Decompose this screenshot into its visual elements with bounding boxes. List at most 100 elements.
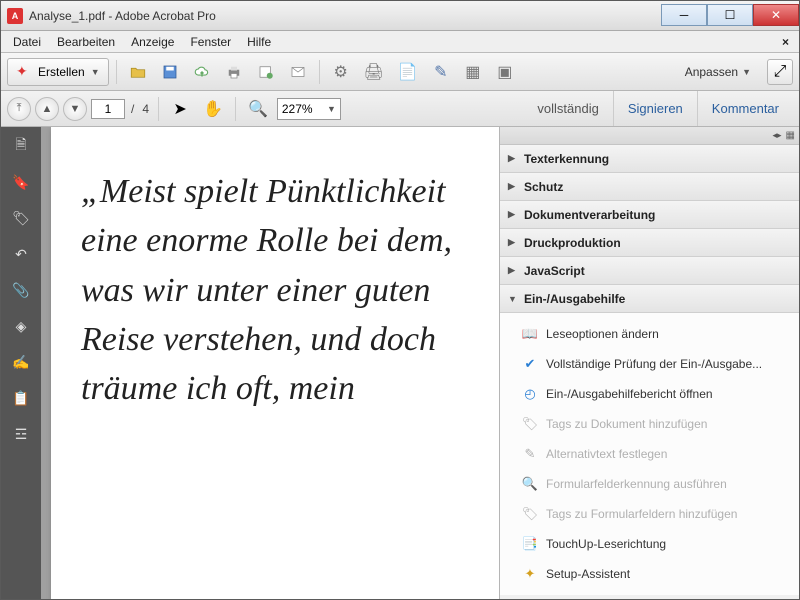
content-panel-button[interactable]: ☲ (10, 423, 32, 445)
titlebar: A Analyse_1.pdf - Adobe Acrobat Pro ─ ☐ … (1, 1, 799, 31)
create-icon (16, 64, 32, 80)
action-tags-dokument[interactable]: 🏷Tags zu Dokument hinzufügen (500, 409, 799, 439)
action-vollstaendige-pruefung[interactable]: ✔Vollständige Prüfung der Ein-/Ausgabe..… (500, 349, 799, 379)
tags-panel-button[interactable]: 🏷 (10, 207, 32, 229)
nav-toolbar: ⤒ ▲ ▼ / 4 ➤ ✋ 🔍 227% ▼ vollständig Signi… (1, 91, 799, 127)
page-total: 4 (140, 102, 151, 116)
menubar: Datei Bearbeiten Anzeige Fenster Hilfe × (1, 31, 799, 53)
next-page-button[interactable]: ▼ (63, 97, 87, 121)
document-text: „Meist spielt Pünktlichkeit eine enorme … (81, 167, 497, 413)
hand-tool-button[interactable]: ✋ (198, 96, 228, 122)
section-javascript[interactable]: ▶JavaScript (500, 257, 799, 285)
chevron-down-icon: ▼ (91, 67, 100, 77)
collapse-icon[interactable]: ◂▸ (773, 130, 782, 141)
panel-menu-icon[interactable]: ▦ (786, 130, 795, 141)
cloud-button[interactable] (188, 59, 216, 85)
action-formularfelderkennung[interactable]: 🔍Formularfelderkennung ausführen (500, 469, 799, 499)
zoom-value: 227% (282, 102, 313, 116)
section-dokumentverarbeitung[interactable]: ▶Dokumentverarbeitung (500, 201, 799, 229)
convert-icon: 📄 (398, 62, 418, 82)
signatures-panel-button[interactable]: ✍ (10, 351, 32, 373)
report-icon: ◴ (522, 386, 538, 402)
play-icon: ▣ (497, 62, 512, 82)
order-panel-button[interactable]: 📋 (10, 387, 32, 409)
maximize-button[interactable]: ☐ (707, 4, 753, 26)
action-leseoptionen[interactable]: 📖Leseoptionen ändern (500, 319, 799, 349)
prev-page-button[interactable]: ▲ (35, 97, 59, 121)
tab-sign[interactable]: Signieren (613, 91, 697, 126)
fullscreen-button[interactable]: ⤢ (767, 59, 793, 85)
document-viewport[interactable]: „Meist spielt Pünktlichkeit eine enorme … (41, 127, 499, 599)
expand-icon: ⤢ (774, 63, 787, 81)
zoom-tool-button[interactable]: 🔍 (243, 96, 273, 122)
bookmarks-panel-button[interactable]: 🔖 (10, 171, 32, 193)
gear-button[interactable]: ⚙ (327, 59, 355, 85)
hand-icon: ✋ (203, 99, 223, 119)
main-toolbar: Erstellen ▼ ⚙ 🖨 📄 ✎ ▦ ▣ Anpassen ▼ ⤢ (1, 53, 799, 91)
chevron-down-icon: ▼ (508, 294, 518, 304)
mail-button[interactable] (284, 59, 312, 85)
magnify-icon: 🔍 (522, 476, 538, 492)
chevron-right-icon: ▶ (508, 209, 518, 220)
section-texterkennung[interactable]: ▶Texterkennung (500, 145, 799, 173)
save-button[interactable] (156, 59, 184, 85)
window-title: Analyse_1.pdf - Adobe Acrobat Pro (29, 9, 661, 23)
tab-comment[interactable]: Kommentar (697, 91, 793, 126)
app-window: A Analyse_1.pdf - Adobe Acrobat Pro ─ ☐ … (0, 0, 800, 600)
close-button[interactable]: ✕ (753, 4, 799, 26)
create-label: Erstellen (38, 65, 85, 79)
print-button[interactable] (220, 59, 248, 85)
convert-button[interactable]: 📄 (393, 59, 423, 85)
action-setup-assistent[interactable]: ✦Setup-Assistent (500, 559, 799, 589)
document-close-button[interactable]: × (776, 35, 795, 49)
section-ein-ausgabehilfe-body: 📖Leseoptionen ändern ✔Vollständige Prüfu… (500, 313, 799, 595)
section-ein-ausgabehilfe[interactable]: ▼Ein-/Ausgabehilfe (500, 285, 799, 313)
action-touchup-leserichtung[interactable]: 📑TouchUp-Leserichtung (500, 529, 799, 559)
first-page-button[interactable]: ⤒ (7, 97, 31, 121)
multimedia-button[interactable]: ▣ (491, 59, 519, 85)
menu-file[interactable]: Datei (5, 33, 49, 51)
chevron-down-icon: ▼ (327, 104, 336, 114)
layers-panel-button[interactable]: ◈ (10, 315, 32, 337)
tools-panel: ◂▸ ▦ ▶Texterkennung ▶Schutz ▶Dokumentver… (499, 127, 799, 599)
chevron-down-icon: ▼ (742, 67, 751, 77)
undo-panel-button[interactable]: ↶ (10, 243, 32, 265)
zoom-select[interactable]: 227% ▼ (277, 98, 341, 120)
menu-help[interactable]: Hilfe (239, 33, 279, 51)
tab-full[interactable]: vollständig (523, 91, 612, 126)
menu-window[interactable]: Fenster (182, 33, 239, 51)
form-icon: ▦ (465, 62, 480, 82)
alt-icon: ✎ (522, 446, 538, 462)
edit-icon: ✎ (434, 62, 447, 82)
open-button[interactable] (124, 59, 152, 85)
customize-button[interactable]: Anpassen ▼ (679, 65, 757, 79)
edit-button[interactable]: ✎ (427, 59, 455, 85)
tag-icon: 🏷 (522, 416, 538, 432)
customize-label: Anpassen (685, 65, 738, 79)
action-tags-formularfelder[interactable]: 🏷Tags zu Formularfeldern hinzufügen (500, 499, 799, 529)
export-button[interactable]: 🖨 (359, 59, 389, 85)
zoom-icon: 🔍 (248, 99, 268, 119)
pages-panel-button[interactable]: 🗎 (10, 135, 32, 157)
attachments-panel-button[interactable]: 📎 (10, 279, 32, 301)
section-schutz[interactable]: ▶Schutz (500, 173, 799, 201)
panel-header: ◂▸ ▦ (500, 127, 799, 145)
touchup-icon: 📑 (522, 536, 538, 552)
cursor-icon: ➤ (173, 99, 186, 119)
export-icon: 🖨 (364, 62, 384, 82)
select-tool-button[interactable]: ➤ (166, 96, 194, 122)
chevron-right-icon: ▶ (508, 237, 518, 248)
section-druckproduktion[interactable]: ▶Druckproduktion (500, 229, 799, 257)
page-number-input[interactable] (91, 99, 125, 119)
app-icon: A (7, 8, 23, 24)
share-button[interactable] (252, 59, 280, 85)
action-bericht-oeffnen[interactable]: ◴Ein-/Ausgabehilfebericht öffnen (500, 379, 799, 409)
content-area: 🗎 🔖 🏷 ↶ 📎 ◈ ✍ 📋 ☲ „Meist spielt Pünktlic… (1, 127, 799, 599)
form-button[interactable]: ▦ (459, 59, 487, 85)
menu-edit[interactable]: Bearbeiten (49, 33, 123, 51)
create-button[interactable]: Erstellen ▼ (7, 58, 109, 86)
page-sep: / (129, 102, 136, 116)
menu-view[interactable]: Anzeige (123, 33, 182, 51)
action-alternativtext[interactable]: ✎Alternativtext festlegen (500, 439, 799, 469)
minimize-button[interactable]: ─ (661, 4, 707, 26)
